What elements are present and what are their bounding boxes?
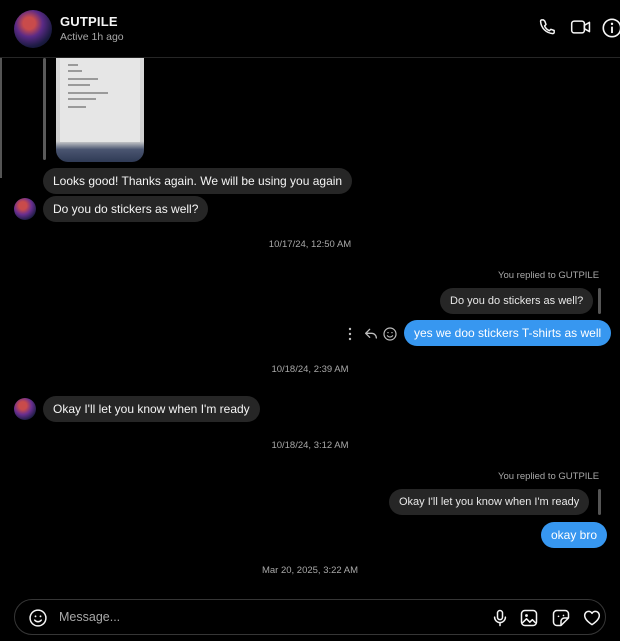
message-input[interactable] xyxy=(57,609,441,625)
timestamp: 10/17/24, 12:50 AM xyxy=(268,239,352,250)
video-icon[interactable] xyxy=(570,17,592,37)
active-status: Active 1h ago xyxy=(60,31,124,43)
avatar[interactable] xyxy=(14,198,36,220)
quote-bar xyxy=(43,58,46,160)
receipt-document xyxy=(60,58,140,142)
message-incoming[interactable]: Okay I'll let you know when I'm ready xyxy=(43,396,260,422)
info-icon[interactable] xyxy=(601,17,620,39)
image-icon[interactable] xyxy=(519,608,539,628)
timestamp: Mar 20, 2025, 3:22 AM xyxy=(261,565,359,576)
timestamp: 10/18/24, 2:39 AM xyxy=(271,364,349,375)
more-options-icon[interactable] xyxy=(344,325,356,343)
reply-icon[interactable] xyxy=(363,326,379,342)
message-composer xyxy=(14,599,606,635)
message-incoming[interactable]: Looks good! Thanks again. We will be usi… xyxy=(43,168,353,194)
message-outgoing[interactable]: okay bro xyxy=(541,522,608,548)
reply-bar xyxy=(598,489,601,515)
message-incoming[interactable]: Do you do stickers as well? xyxy=(43,196,209,222)
microphone-icon[interactable] xyxy=(490,608,510,628)
emoji-icon[interactable] xyxy=(28,608,48,628)
message-outgoing[interactable]: yes we doo stickers T-shirts as well xyxy=(404,320,612,346)
avatar[interactable] xyxy=(14,398,36,420)
reply-bar xyxy=(598,288,601,314)
contact-name[interactable]: GUTPILE xyxy=(60,14,118,29)
chat-header: GUTPILE Active 1h ago xyxy=(0,0,620,58)
sticker-icon[interactable] xyxy=(551,608,571,628)
reply-quote[interactable]: Okay I'll let you know when I'm ready xyxy=(389,489,590,515)
timestamp: 10/18/24, 3:12 AM xyxy=(271,440,349,451)
reply-label: You replied to GUTPILE xyxy=(498,471,600,482)
heart-icon[interactable] xyxy=(582,608,602,628)
shared-image[interactable] xyxy=(56,58,144,162)
react-emoji-icon[interactable] xyxy=(382,326,398,342)
reply-quote[interactable]: Do you do stickers as well? xyxy=(440,288,594,314)
window-edge xyxy=(0,58,2,178)
phone-icon[interactable] xyxy=(538,17,558,37)
reply-label: You replied to GUTPILE xyxy=(498,270,600,281)
avatar[interactable] xyxy=(14,10,52,48)
